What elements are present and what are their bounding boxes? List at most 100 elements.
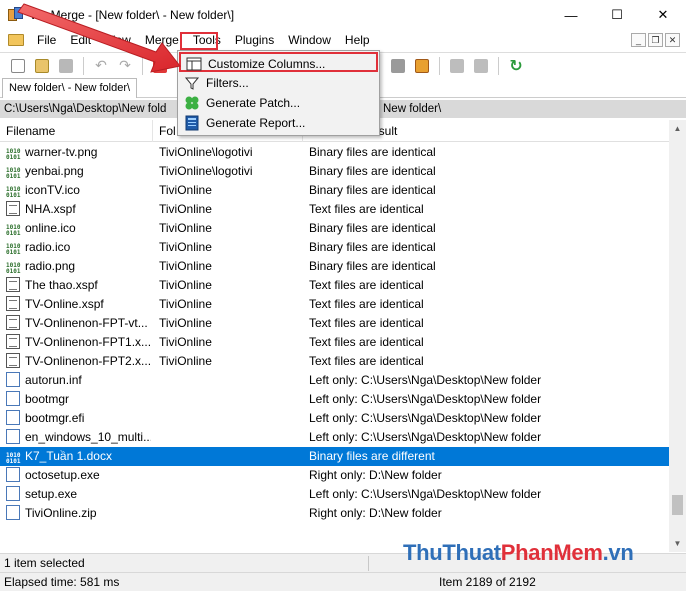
menu-filters[interactable]: Filters... bbox=[179, 73, 378, 93]
status-separator bbox=[368, 556, 369, 571]
toolbar-separator bbox=[83, 56, 84, 75]
folder-cell: TiviOnline bbox=[159, 278, 212, 292]
filename-cell: octosetup.exe bbox=[6, 466, 151, 485]
result-cell: Text files are identical bbox=[309, 354, 424, 368]
filename-text: TiviOnline.zip bbox=[25, 506, 97, 520]
menu-generate-report[interactable]: Generate Report... bbox=[179, 113, 378, 133]
scroll-down-icon[interactable]: ▼ bbox=[669, 535, 686, 552]
table-row[interactable]: 1010 0101 online.ico TiviOnline Binary files… bbox=[0, 219, 669, 238]
table-row[interactable]: autorun.inf Left only: C:\Users\Nga\Deskt… bbox=[0, 371, 669, 390]
toolbar-button-icon[interactable] bbox=[412, 56, 432, 76]
table-row[interactable]: The thao.xspf TiviOnline Text files are id… bbox=[0, 276, 669, 295]
column-result[interactable]: esult bbox=[372, 120, 669, 142]
filename-text: warner-tv.png bbox=[25, 145, 98, 159]
menu-merge[interactable]: Merge bbox=[138, 30, 186, 50]
mdi-restore-icon[interactable]: ❐ bbox=[648, 33, 663, 47]
result-cell: Binary files are identical bbox=[309, 164, 436, 178]
filename-text: yenbai.png bbox=[25, 164, 84, 178]
menu-file[interactable]: File bbox=[30, 30, 63, 50]
filename-text: bootmgr.efi bbox=[25, 411, 85, 425]
result-cell: Text files are identical bbox=[309, 316, 424, 330]
menu-bar: File Edit View Merge Tools Plugins Windo… bbox=[0, 30, 686, 50]
table-row[interactable]: 1010 0101 warner-tv.png TiviOnline\logotivi… bbox=[0, 143, 669, 162]
table-row[interactable]: setup.exe Left only: C:\Users\Nga\Desktop… bbox=[0, 485, 669, 504]
result-cell: Left only: C:\Users\Nga\Desktop\New fold… bbox=[309, 487, 542, 501]
report-icon bbox=[184, 115, 200, 131]
table-row[interactable]: bootmgr.efi Left only: C:\Users\Nga\Deskt… bbox=[0, 409, 669, 428]
filename-text: radio.png bbox=[25, 259, 76, 273]
title-bar: WinMerge - [New folder\ - New folder\] —… bbox=[0, 0, 686, 30]
folder-cell: TiviOnline bbox=[159, 297, 212, 311]
folder-cell: TiviOnline\logotivi bbox=[159, 145, 253, 159]
close-icon[interactable]: ✕ bbox=[640, 0, 686, 30]
menu-customize-columns[interactable]: Customize Columns... bbox=[179, 52, 378, 72]
filename-text: TV-Online.xspf bbox=[25, 297, 104, 311]
menu-item-label: Generate Report... bbox=[206, 116, 306, 130]
mdi-close-icon[interactable]: ✕ bbox=[665, 33, 680, 47]
menu-plugins[interactable]: Plugins bbox=[228, 30, 281, 50]
status-bar-bottom: Elapsed time: 581 ms Item 2189 of 2192 bbox=[0, 572, 686, 591]
filename-cell: en_windows_10_multi... bbox=[6, 428, 151, 447]
table-row[interactable]: 1010 0101 K7_Tuần 1.docx Binary files are d… bbox=[0, 447, 669, 466]
toolbar-separator bbox=[142, 56, 143, 75]
winmerge-app-icon bbox=[8, 7, 24, 23]
table-row[interactable]: 1010 0101 iconTV.ico TiviOnline Binary files… bbox=[0, 181, 669, 200]
table-row[interactable]: TV-Online.xspf TiviOnline Text files are i… bbox=[0, 295, 669, 314]
redo-icon[interactable]: ↷ bbox=[115, 56, 135, 76]
toolbar-button-icon[interactable] bbox=[150, 56, 170, 76]
maximize-icon[interactable]: ☐ bbox=[594, 0, 640, 30]
file-icon bbox=[6, 429, 20, 444]
refresh-icon[interactable]: ↻ bbox=[506, 56, 526, 76]
text-file-icon bbox=[6, 201, 20, 216]
result-cell: Binary files are identical bbox=[309, 221, 436, 235]
table-row[interactable]: NHA.xspf TiviOnline Text files are identic… bbox=[0, 200, 669, 219]
table-row[interactable]: octosetup.exe Right only: D:\New folder bbox=[0, 466, 669, 485]
table-row[interactable]: TV-Onlinenon-FPT-vt... TiviOnline Text fil… bbox=[0, 314, 669, 333]
result-cell: Left only: C:\Users\Nga\Desktop\New fold… bbox=[309, 373, 542, 387]
table-row[interactable]: 1010 0101 yenbai.png TiviOnline\logotivi Bin… bbox=[0, 162, 669, 181]
filename-cell: 1010 0101 online.ico bbox=[6, 219, 151, 240]
open-icon[interactable] bbox=[32, 56, 52, 76]
toolbar-button-icon[interactable] bbox=[447, 56, 467, 76]
file-list: 1010 0101 warner-tv.png TiviOnline\logotivi… bbox=[0, 143, 669, 552]
toolbar-button-icon[interactable] bbox=[471, 56, 491, 76]
file-icon bbox=[6, 391, 20, 406]
right-path: New folder\ bbox=[383, 103, 442, 115]
table-row[interactable]: bootmgr Left only: C:\Users\Nga\Desktop\N… bbox=[0, 390, 669, 409]
minimize-icon[interactable]: — bbox=[548, 0, 594, 30]
mdi-minimize-icon[interactable]: _ bbox=[631, 33, 646, 47]
table-row[interactable]: en_windows_10_multi... Left only: C:\User… bbox=[0, 428, 669, 447]
tab-compare[interactable]: New folder\ - New folder\ bbox=[2, 78, 138, 98]
filename-text: K7_Tuần 1.docx bbox=[25, 449, 112, 463]
folder-cell: TiviOnline bbox=[159, 335, 212, 349]
filename-text: online.ico bbox=[25, 221, 76, 235]
toolbar-button-icon[interactable] bbox=[388, 56, 408, 76]
menu-view[interactable]: View bbox=[98, 30, 138, 50]
menu-generate-patch[interactable]: Generate Patch... bbox=[179, 93, 378, 113]
result-cell: Text files are identical bbox=[309, 335, 424, 349]
scroll-thumb[interactable] bbox=[672, 495, 683, 515]
table-row[interactable]: TV-Onlinenon-FPT1.x... TiviOnline Text fil… bbox=[0, 333, 669, 352]
menu-item-label: Customize Columns... bbox=[208, 57, 326, 71]
filename-text: TV-Onlinenon-FPT1.x... bbox=[25, 335, 151, 349]
column-filename[interactable]: Filename bbox=[0, 120, 153, 142]
menu-window[interactable]: Window bbox=[281, 30, 338, 50]
table-row[interactable]: 1010 0101 radio.ico TiviOnline Binary files … bbox=[0, 238, 669, 257]
file-icon bbox=[6, 505, 20, 520]
undo-icon[interactable]: ↶ bbox=[91, 56, 111, 76]
vertical-scrollbar[interactable]: ▲ ▼ bbox=[669, 120, 686, 552]
table-row[interactable]: 1010 0101 radio.png TiviOnline Binary files … bbox=[0, 257, 669, 276]
table-row[interactable]: TiviOnline.zip Right only: D:\New folder bbox=[0, 504, 669, 523]
file-icon bbox=[6, 372, 20, 387]
menu-item-label: Filters... bbox=[206, 76, 249, 90]
file-icon bbox=[6, 486, 20, 501]
menu-edit[interactable]: Edit bbox=[63, 30, 98, 50]
menu-help[interactable]: Help bbox=[338, 30, 377, 50]
scroll-up-icon[interactable]: ▲ bbox=[669, 120, 686, 137]
table-row[interactable]: TV-Onlinenon-FPT2.x... TiviOnline Text fil… bbox=[0, 352, 669, 371]
save-icon[interactable] bbox=[56, 56, 76, 76]
new-icon[interactable] bbox=[8, 56, 28, 76]
filename-cell: setup.exe bbox=[6, 485, 151, 504]
toolbar-separator bbox=[439, 56, 440, 75]
filename-text: NHA.xspf bbox=[25, 202, 76, 216]
